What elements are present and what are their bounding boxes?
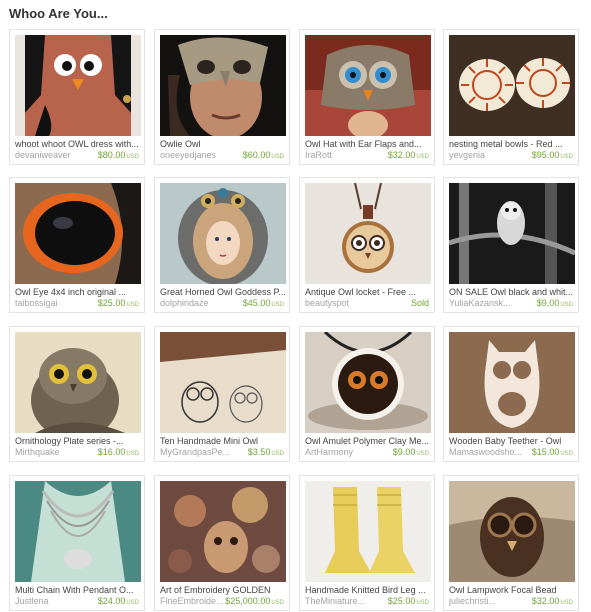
price-amount: $60.00 [242, 150, 271, 160]
price-amount: Sold [410, 298, 429, 308]
listing-card[interactable]: Great Horned Owl Goddess P... dolphindaze… [154, 177, 290, 313]
price-amount: $25,000.00 [225, 596, 271, 606]
price-amount: $32.00 [531, 596, 560, 606]
listing-thumbnail[interactable] [160, 332, 286, 433]
shop-name[interactable]: TheMiniature... [305, 596, 383, 607]
listing-card[interactable]: Multi Chain With Pendant O... Justlena $24… [9, 475, 145, 611]
shop-name[interactable]: Mamaswoodsho... [449, 447, 527, 458]
currency-label: USD [271, 154, 284, 160]
currency-label: USD [126, 451, 139, 457]
price-amount: $32.00 [387, 150, 416, 160]
shop-name[interactable]: ArtHarmony [305, 447, 383, 458]
listing-thumbnail[interactable] [160, 481, 286, 582]
shop-name[interactable]: YuliaKazansk... [449, 298, 527, 309]
shop-name[interactable]: taibossigai [15, 298, 93, 309]
sold-label: Sold [411, 297, 429, 309]
currency-label: USD [271, 451, 284, 457]
listing-price: $9.00USD [393, 446, 429, 460]
shop-name[interactable]: IraRott [305, 150, 383, 161]
currency-label: USD [126, 302, 139, 308]
listing-price: $60.00USD [243, 149, 284, 163]
price-amount: $25.00 [387, 596, 416, 606]
currency-label: USD [560, 154, 573, 160]
price-amount: $95.00 [531, 150, 560, 160]
listing-thumbnail[interactable] [15, 35, 141, 136]
listing-thumbnail[interactable] [305, 481, 431, 582]
currency-label: USD [560, 302, 573, 308]
shop-name[interactable]: Justlena [15, 596, 93, 607]
listing-price: $16.00USD [98, 446, 139, 460]
shop-name[interactable]: beautyspot [305, 298, 383, 309]
listing-price: $45.00USD [243, 297, 284, 311]
listing-thumbnail[interactable] [15, 481, 141, 582]
listing-thumbnail[interactable] [15, 332, 141, 433]
listing-price: $80.00USD [98, 149, 139, 163]
currency-label: USD [271, 600, 284, 606]
listing-card[interactable]: Ten Handmade Mini Owl MyGrandpasPe... $3.5… [154, 326, 290, 462]
listing-card[interactable]: Art of Embroidery GOLDEN FineEmbroide... $… [154, 475, 290, 611]
listing-price: $25.00USD [388, 595, 429, 609]
listing-card[interactable]: Ornithology Plate series -... Mirthquake $… [9, 326, 145, 462]
currency-label: USD [416, 154, 429, 160]
listing-price: $9.00USD [537, 297, 573, 311]
price-amount: $9.00 [392, 447, 416, 457]
price-amount: $15.00 [531, 447, 560, 457]
shop-name[interactable]: dolphindaze [160, 298, 238, 309]
listing-price: $32.00USD [388, 149, 429, 163]
listing-thumbnail[interactable] [449, 183, 575, 284]
listing-card[interactable]: Owl Lampwork Focal Bead juliechristi... $3… [443, 475, 579, 611]
listing-thumbnail[interactable] [305, 332, 431, 433]
listing-thumbnail[interactable] [160, 183, 286, 284]
shop-name[interactable]: juliechristi... [449, 596, 527, 607]
currency-label: USD [416, 600, 429, 606]
listing-price: $24.00USD [98, 595, 139, 609]
listing-card[interactable]: nesting metal bowls - Red ... yevgenia $95… [443, 29, 579, 165]
listing-thumbnail[interactable] [449, 35, 575, 136]
listing-card[interactable]: Owl Eye 4x4 inch original ... taibossigai… [9, 177, 145, 313]
shop-name[interactable]: oneeyedjanes [160, 150, 238, 161]
currency-label: USD [416, 451, 429, 457]
listing-thumbnail[interactable] [449, 481, 575, 582]
listing-price: $3.50USD [248, 446, 284, 460]
listing-thumbnail[interactable] [160, 35, 286, 136]
currency-label: USD [126, 600, 139, 606]
listing-thumbnail[interactable] [15, 183, 141, 284]
price-amount: $24.00 [97, 596, 126, 606]
listing-price: $25.00USD [98, 297, 139, 311]
currency-label: USD [271, 302, 284, 308]
listing-thumbnail[interactable] [305, 35, 431, 136]
listing-price: $95.00USD [532, 149, 573, 163]
currency-label: USD [126, 154, 139, 160]
price-amount: $80.00 [97, 150, 126, 160]
currency-label: USD [560, 451, 573, 457]
listing-card[interactable]: Handmade Knitted Bird Leg ... TheMiniatur… [299, 475, 435, 611]
price-amount: $25.00 [97, 298, 126, 308]
shop-name[interactable]: Mirthquake [15, 447, 93, 458]
listing-card[interactable]: ON SALE Owl black and whit... YuliaKazans… [443, 177, 579, 313]
listing-card[interactable]: Owlie Owl oneeyedjanes $60.00USD [154, 29, 290, 165]
listing-price: $15.00USD [532, 446, 573, 460]
price-amount: $16.00 [97, 447, 126, 457]
listing-thumbnail[interactable] [449, 332, 575, 433]
price-amount: $45.00 [242, 298, 271, 308]
listing-price: $32.00USD [532, 595, 573, 609]
shop-name[interactable]: yevgenia [449, 150, 527, 161]
shop-name[interactable]: devaniweaver [15, 150, 93, 161]
listing-card[interactable]: Antique Owl locket - Free ... beautyspot S… [299, 177, 435, 313]
currency-label: USD [560, 600, 573, 606]
listing-price: $25,000.00USD [225, 595, 284, 609]
shop-name[interactable]: MyGrandpasPe... [160, 447, 238, 458]
treasury-grid: whoot whoot OWL dress with... devaniweave… [0, 0, 591, 612]
listing-card[interactable]: Owl Amulet Polymer Clay Me... ArtHarmony $… [299, 326, 435, 462]
price-amount: $9.00 [536, 298, 560, 308]
listing-card[interactable]: whoot whoot OWL dress with... devaniweave… [9, 29, 145, 165]
listing-card[interactable]: Owl Hat with Ear Flaps and... IraRott $32.… [299, 29, 435, 165]
listing-thumbnail[interactable] [305, 183, 431, 284]
listing-card[interactable]: Wooden Baby Teether - Owl Mamaswoodsho...… [443, 326, 579, 462]
price-amount: $3.50 [247, 447, 271, 457]
